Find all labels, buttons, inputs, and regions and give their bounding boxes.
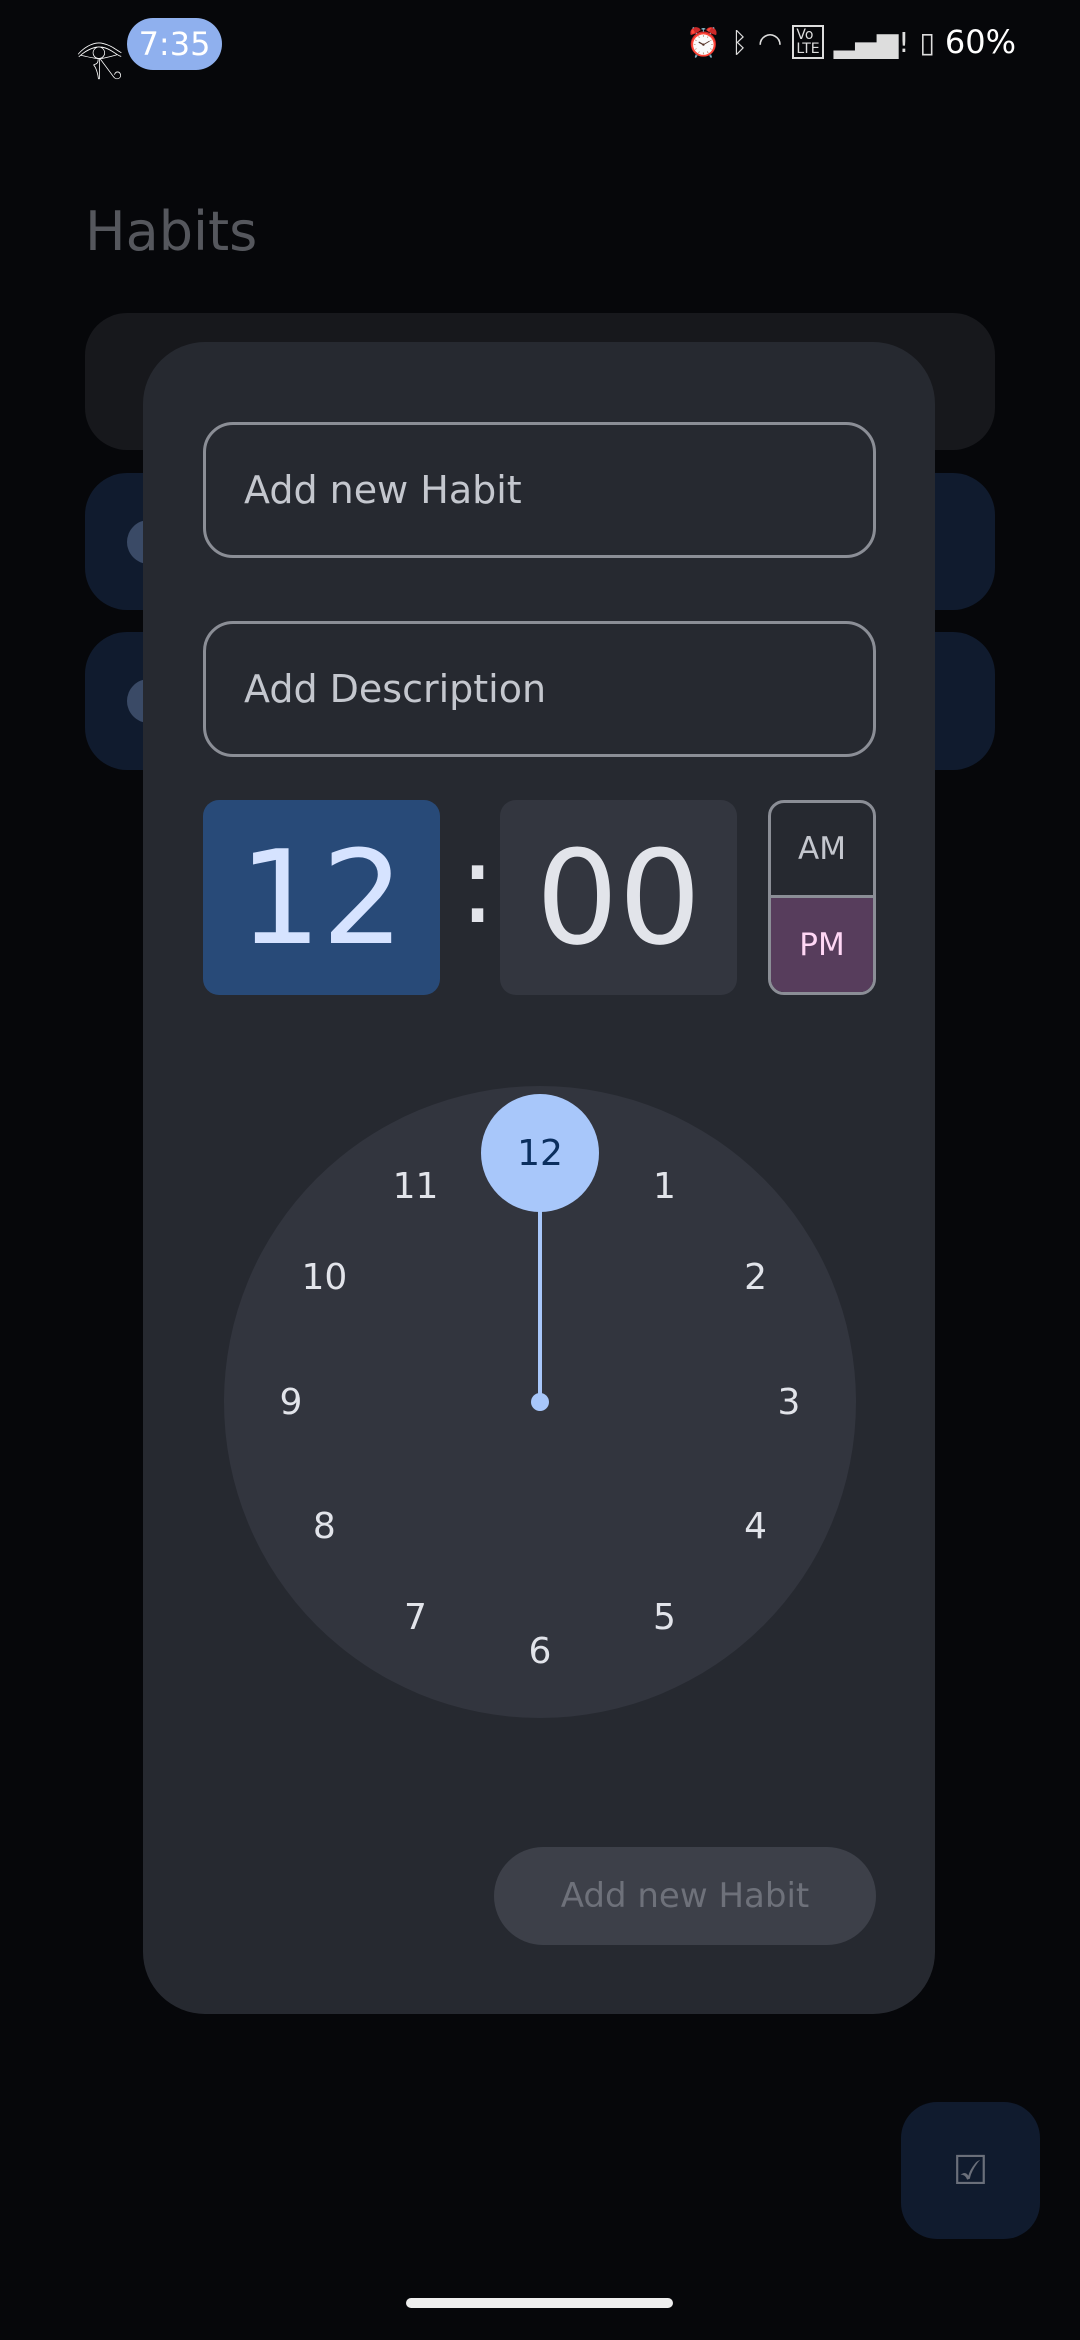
eye-of-horus-icon: 𓂀 [76, 36, 124, 80]
clock-number-4[interactable]: 4 [716, 1497, 796, 1557]
description-input[interactable]: Add Description [203, 621, 876, 757]
home-indicator[interactable] [406, 2298, 673, 2308]
pm-toggle[interactable]: PM [771, 897, 873, 992]
clock-number-10[interactable]: 10 [284, 1248, 364, 1308]
clock-center [531, 1393, 549, 1411]
add-habit-button[interactable]: Add new Habit [494, 1847, 876, 1945]
alarm-icon: ⏰ [686, 25, 722, 59]
clock-number-1[interactable]: 1 [625, 1156, 705, 1216]
period-selector: AM PM [768, 800, 876, 995]
clock-number-12[interactable]: 12 [500, 1123, 580, 1183]
clock-number-7[interactable]: 7 [376, 1588, 456, 1648]
clock-hand[interactable] [538, 1156, 542, 1402]
bluetooth-icon: ᛒ [731, 25, 748, 59]
volte-icon: Vo LTE [792, 25, 824, 59]
hour-field[interactable]: 12 [203, 800, 440, 995]
checklist-icon: ☑︎ [952, 2147, 989, 2194]
signal-icon: ▂▄▆! [833, 25, 910, 59]
page-title: Habits [85, 200, 258, 263]
minute-field[interactable]: 00 [500, 800, 737, 995]
status-icons: ⏰ ᛒ ◠ Vo LTE ▂▄▆! ▯ 60% [686, 20, 1016, 64]
clock-number-5[interactable]: 5 [625, 1588, 705, 1648]
clock-number-3[interactable]: 3 [749, 1372, 829, 1432]
add-habit-dialog: Add new Habit Add Description 12 : 00 AM… [143, 342, 935, 2014]
wifi-icon: ◠ [757, 25, 783, 59]
habit-name-input[interactable]: Add new Habit [203, 422, 876, 558]
clock-number-11[interactable]: 11 [376, 1156, 456, 1216]
battery-percent: 60% [944, 23, 1016, 61]
am-toggle[interactable]: AM [771, 803, 873, 898]
clock-dial[interactable]: 12 1 2 3 4 5 6 7 8 9 10 11 [224, 1086, 856, 1718]
clock-number-2[interactable]: 2 [716, 1248, 796, 1308]
time-separator: : [459, 820, 497, 948]
clock-number-8[interactable]: 8 [284, 1497, 364, 1557]
status-time: 7:35 [127, 18, 222, 70]
battery-charging-icon: ▯ [919, 25, 935, 59]
clock-number-6[interactable]: 6 [500, 1621, 580, 1681]
checklist-fab[interactable]: ☑︎ [901, 2102, 1040, 2239]
clock-number-9[interactable]: 9 [251, 1372, 331, 1432]
